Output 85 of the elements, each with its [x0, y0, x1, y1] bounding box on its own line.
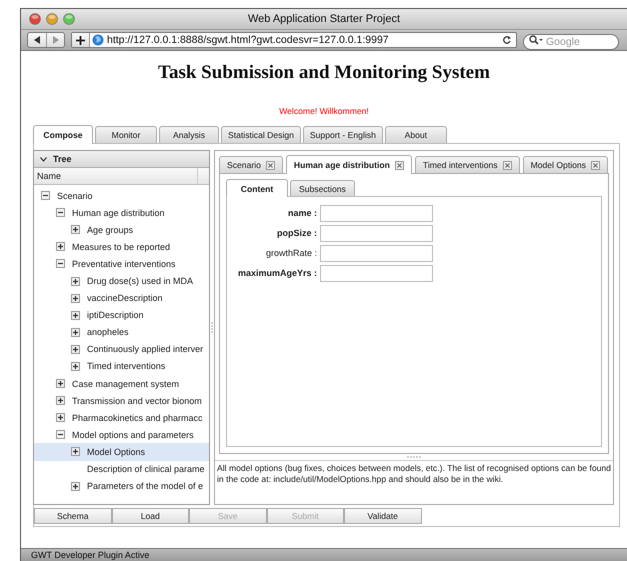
close-icon[interactable] [590, 160, 600, 170]
close-icon[interactable] [502, 160, 512, 170]
close-icon[interactable] [394, 160, 404, 170]
action-button[interactable]: Schema [34, 508, 112, 524]
expand-icon[interactable] [71, 482, 80, 491]
expand-icon[interactable] [56, 242, 65, 252]
expand-icon[interactable] [71, 294, 80, 303]
expand-icon[interactable] [56, 396, 65, 406]
add-bookmark-button[interactable] [72, 33, 90, 47]
tree-item[interactable]: Human age distribution [72, 208, 165, 218]
collapse-icon[interactable] [56, 259, 65, 268]
tree-item[interactable]: Model options and parameters [72, 430, 194, 440]
tab[interactable]: Compose [33, 125, 93, 144]
tree-item[interactable]: Scenario [57, 190, 93, 201]
tree-item[interactable]: Age groups [87, 224, 134, 235]
chevron-down-icon [40, 156, 47, 162]
expand-icon[interactable] [71, 344, 80, 354]
tree-item[interactable]: Model Options [87, 446, 146, 457]
action-button[interactable]: Validate [344, 508, 422, 524]
welcome-message: Welcome! Willkommen! [279, 106, 369, 116]
column-header: Name [34, 168, 198, 184]
left-arrow-icon [33, 36, 41, 44]
field-label: name : [286, 208, 318, 218]
tree-item[interactable]: Parameters of the model of e [87, 481, 204, 492]
minimize-button[interactable] [46, 13, 58, 25]
field-label: growthRate : [264, 248, 318, 258]
tree-item[interactable]: Case management system [72, 378, 180, 389]
input-field[interactable] [320, 224, 433, 242]
tree-item[interactable]: Transmission and vector bionom [72, 396, 202, 406]
collapse-icon[interactable] [41, 191, 50, 200]
tree-item[interactable]: vaccineDescription [87, 293, 163, 304]
close-button[interactable] [29, 13, 41, 25]
field-label: popSize : [276, 228, 318, 238]
tab[interactable]: Support - English [302, 126, 383, 143]
tab[interactable]: Statistical Design [221, 126, 301, 143]
tab[interactable]: About [384, 126, 447, 143]
collapse-icon[interactable] [56, 430, 65, 440]
plus-icon [76, 36, 85, 44]
expand-icon[interactable] [71, 328, 80, 337]
expand-icon[interactable] [71, 447, 80, 456]
tree-item[interactable]: Continuously applied interver [87, 344, 204, 354]
close-icon[interactable] [266, 160, 275, 170]
tab[interactable]: Human age distribution [286, 155, 412, 174]
right-arrow-icon [52, 36, 60, 44]
reload-icon[interactable] [502, 35, 512, 45]
tab[interactable]: Subsections [290, 180, 355, 196]
page-heading: Task Submission and Monitoring System [158, 62, 490, 83]
tree-item[interactable]: Preventative interventions [72, 258, 176, 269]
tab[interactable]: Scenario [219, 156, 283, 173]
tab[interactable]: Monitor [95, 126, 157, 143]
splitter-handle [407, 456, 421, 458]
selected-row-highlight[interactable]: Model Options [34, 443, 209, 460]
tree-item[interactable]: Drug dose(s) used in MDA [87, 276, 194, 286]
panel-title: Tree [53, 154, 72, 164]
zoom-button[interactable] [63, 13, 75, 25]
expand-icon[interactable] [71, 276, 80, 286]
expand-icon[interactable] [71, 225, 80, 234]
tree-item[interactable]: iptiDescription [87, 310, 144, 320]
tree-item[interactable]: Description of clinical parame [87, 464, 205, 474]
input-field[interactable] [320, 204, 433, 222]
expand-icon[interactable] [71, 310, 80, 320]
description-text: All model options (bug fixes, choices between models, etc.). The list of recognised options can be found in the code at: include/util/ModelOptions.hpp and should also be in the wiki. [217, 463, 611, 484]
address-bar[interactable]: http://127.0.0.1:8888/sgwt.html?gwt.codesvr=127.0.0.1:9997 [71, 32, 517, 48]
expand-icon[interactable] [56, 413, 65, 422]
tab[interactable]: Content [226, 179, 288, 197]
action-button[interactable]: Load [112, 508, 189, 524]
url-text: http://127.0.0.1:8888/sgwt.html?gwt.codesvr=127.0.0.1:9997 [106, 34, 390, 46]
collapse-icon[interactable] [56, 208, 65, 218]
tree-item[interactable]: anopheles [87, 327, 129, 338]
window-title: Web Application Starter Project [248, 13, 400, 25]
globe-icon [92, 34, 104, 46]
status-text: GWT Developer Plugin Active [31, 550, 150, 560]
tab[interactable]: Analysis [159, 126, 219, 143]
expand-icon[interactable] [71, 362, 80, 371]
input-field[interactable] [320, 264, 433, 282]
input-field[interactable] [320, 244, 433, 262]
tree-item[interactable]: Measures to be reported [72, 242, 170, 252]
tab[interactable]: Timed interventions [414, 156, 520, 173]
tree-item[interactable]: Pharmacokinetics and pharmacc [72, 412, 203, 423]
expand-icon[interactable] [56, 379, 65, 388]
tree-item[interactable]: Timed interventions [87, 361, 166, 372]
search-field[interactable]: Google [523, 34, 619, 50]
field-label: maximumAgeYrs : [236, 268, 318, 278]
tab[interactable]: Model Options [522, 156, 608, 173]
search-icon [529, 35, 543, 45]
